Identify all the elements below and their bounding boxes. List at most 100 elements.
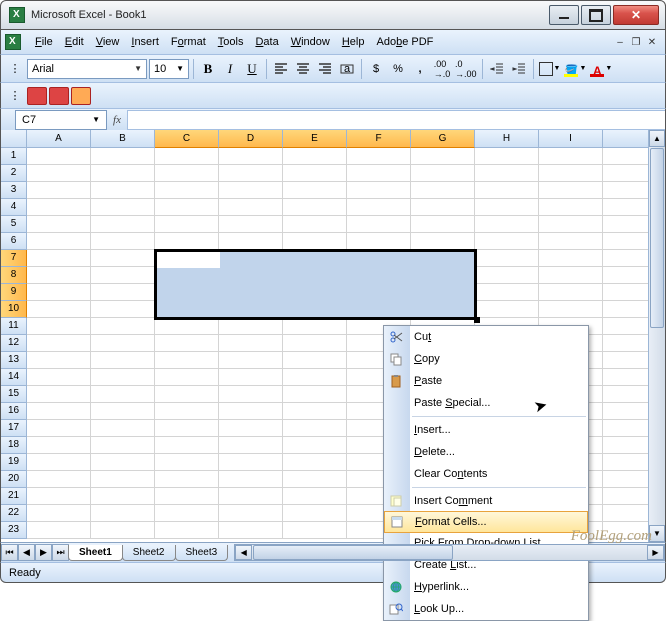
merge-center-button[interactable]: a	[337, 59, 357, 79]
decrease-decimal-button[interactable]: .0→.00	[454, 59, 478, 79]
row-header-22[interactable]: 22	[1, 505, 27, 522]
doc-minimize-button[interactable]: –	[613, 36, 627, 48]
formula-bar[interactable]	[127, 110, 665, 130]
spreadsheet-grid[interactable]: ABCDEFGHI1234567891011121314151617181920…	[0, 130, 666, 542]
cell[interactable]	[219, 369, 283, 386]
cell[interactable]	[411, 301, 475, 318]
cell[interactable]	[155, 505, 219, 522]
cell[interactable]	[283, 403, 347, 420]
context-menu-cut[interactable]: Cut	[384, 326, 588, 348]
column-header-H[interactable]: H	[475, 130, 539, 148]
cell[interactable]	[283, 284, 347, 301]
cell[interactable]	[155, 335, 219, 352]
cell[interactable]	[411, 216, 475, 233]
cell[interactable]	[91, 250, 155, 267]
column-header-A[interactable]: A	[27, 130, 91, 148]
row-header-3[interactable]: 3	[1, 182, 27, 199]
column-header-I[interactable]: I	[539, 130, 603, 148]
cell[interactable]	[219, 386, 283, 403]
cell[interactable]	[539, 216, 603, 233]
cell[interactable]	[283, 437, 347, 454]
cell[interactable]	[283, 352, 347, 369]
cell[interactable]	[283, 454, 347, 471]
cell[interactable]	[27, 199, 91, 216]
row-header-9[interactable]: 9	[1, 284, 27, 301]
cell[interactable]	[347, 148, 411, 165]
cell[interactable]	[219, 165, 283, 182]
cell[interactable]	[283, 182, 347, 199]
cell[interactable]	[539, 148, 603, 165]
column-header-C[interactable]: C	[155, 130, 219, 148]
align-center-button[interactable]	[293, 59, 313, 79]
menu-file[interactable]: File	[29, 33, 59, 51]
cell[interactable]	[347, 199, 411, 216]
context-menu-hyperlink[interactable]: Hyperlink...	[384, 576, 588, 598]
align-right-button[interactable]	[315, 59, 335, 79]
row-header-1[interactable]: 1	[1, 148, 27, 165]
cell[interactable]	[27, 148, 91, 165]
cell[interactable]	[219, 522, 283, 539]
cell[interactable]	[347, 267, 411, 284]
row-header-2[interactable]: 2	[1, 165, 27, 182]
cell[interactable]	[219, 284, 283, 301]
cell[interactable]	[91, 182, 155, 199]
row-header-13[interactable]: 13	[1, 352, 27, 369]
excel-doc-icon[interactable]	[5, 34, 21, 50]
tab-nav-next[interactable]: ▶	[35, 544, 52, 561]
cell[interactable]	[155, 199, 219, 216]
column-header-G[interactable]: G	[411, 130, 475, 148]
cell[interactable]	[91, 420, 155, 437]
context-menu-insert[interactable]: Insert...	[384, 419, 588, 441]
cell[interactable]	[411, 165, 475, 182]
cell[interactable]	[475, 267, 539, 284]
cell[interactable]	[539, 301, 603, 318]
row-header-4[interactable]: 4	[1, 199, 27, 216]
cell[interactable]	[475, 165, 539, 182]
context-menu-insert-comment[interactable]: Insert Comment	[384, 490, 588, 512]
cell[interactable]	[283, 165, 347, 182]
cell[interactable]	[539, 284, 603, 301]
cell[interactable]	[219, 352, 283, 369]
row-header-10[interactable]: 10	[1, 301, 27, 318]
cell[interactable]	[219, 488, 283, 505]
cell[interactable]	[27, 250, 91, 267]
cell[interactable]	[475, 199, 539, 216]
row-header-17[interactable]: 17	[1, 420, 27, 437]
align-left-button[interactable]	[271, 59, 291, 79]
cell[interactable]	[91, 335, 155, 352]
cell[interactable]	[475, 284, 539, 301]
cell[interactable]	[475, 182, 539, 199]
menu-help[interactable]: Help	[336, 33, 371, 51]
fill-color-button[interactable]: 🪣▼	[563, 59, 587, 79]
context-menu-copy[interactable]: Copy	[384, 348, 588, 370]
cell[interactable]	[283, 267, 347, 284]
context-menu-look-up[interactable]: Look Up...	[384, 598, 588, 620]
sheet-tab-sheet2[interactable]: Sheet2	[122, 545, 176, 561]
cell[interactable]	[155, 454, 219, 471]
hscroll-thumb[interactable]	[253, 545, 453, 560]
cell[interactable]	[27, 165, 91, 182]
cell[interactable]	[91, 369, 155, 386]
cell[interactable]	[219, 335, 283, 352]
horizontal-scrollbar[interactable]: ◀ ▶	[234, 544, 665, 561]
menu-format[interactable]: Format	[165, 33, 212, 51]
cell[interactable]	[219, 403, 283, 420]
decrease-indent-button[interactable]	[487, 59, 507, 79]
cell[interactable]	[219, 267, 283, 284]
cell[interactable]	[475, 250, 539, 267]
cell[interactable]	[91, 284, 155, 301]
cell[interactable]	[155, 165, 219, 182]
cell[interactable]	[219, 471, 283, 488]
cell[interactable]	[283, 148, 347, 165]
cell[interactable]	[91, 522, 155, 539]
doc-close-button[interactable]: ✕	[645, 36, 659, 48]
cell[interactable]	[539, 165, 603, 182]
toolbar-handle-icon[interactable]: ⋮	[5, 86, 25, 106]
cell[interactable]	[411, 267, 475, 284]
cell[interactable]	[27, 335, 91, 352]
column-header-D[interactable]: D	[219, 130, 283, 148]
context-menu-clear-contents[interactable]: Clear Contents	[384, 463, 588, 485]
row-header-12[interactable]: 12	[1, 335, 27, 352]
cell[interactable]	[27, 369, 91, 386]
cell[interactable]	[539, 250, 603, 267]
